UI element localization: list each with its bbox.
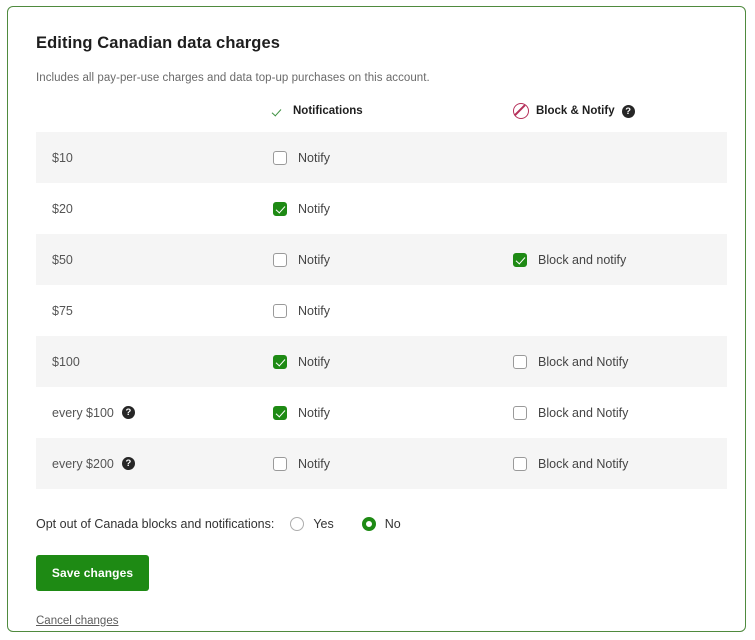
table-row: every $200? Notify Block and Notify — [36, 438, 727, 489]
optout-row: Opt out of Canada blocks and notificatio… — [36, 517, 717, 531]
amount-label: $100 — [52, 354, 80, 369]
optout-radio-group: Yes No — [290, 517, 401, 531]
cell-block-notify: Block and Notify — [491, 387, 727, 438]
cell-notify: Notify — [251, 183, 491, 234]
optout-label: Opt out of Canada blocks and notificatio… — [36, 517, 275, 531]
notify-checkbox[interactable] — [273, 303, 287, 318]
radio-label: No — [384, 517, 401, 531]
table-row: every $100? Notify Block and Notify — [36, 387, 727, 438]
notify-label: Notify — [298, 150, 330, 165]
cell-block-notify — [491, 132, 727, 183]
table-row: $50 Notify Block and notify — [36, 234, 727, 285]
block-notify-checkbox[interactable] — [513, 405, 527, 420]
cell-amount: $75 — [36, 285, 251, 336]
radio-button[interactable] — [361, 517, 376, 531]
cell-block-notify: Block and Notify — [491, 336, 727, 387]
cancel-changes-link[interactable]: Cancel changes — [36, 615, 717, 627]
page-title: Editing Canadian data charges — [36, 34, 281, 52]
block-notify-checkbox[interactable] — [513, 252, 527, 267]
cell-block-notify: Block and notify — [491, 234, 727, 285]
notify-checkbox[interactable] — [273, 201, 287, 216]
table-row: $10 Notify — [36, 132, 727, 183]
table-header-row: Notifications Block & Notify ? — [36, 103, 727, 132]
column-header-notifications: Notifications — [251, 103, 491, 132]
cell-block-notify: Block and Notify — [491, 438, 727, 489]
cell-notify: Notify — [251, 336, 491, 387]
amount-help-icon[interactable]: ? — [121, 406, 135, 419]
amount-label: $10 — [52, 150, 73, 165]
notify-label: Notify — [298, 405, 330, 420]
amount-label: every $100 — [52, 405, 114, 420]
cell-amount: every $200? — [36, 438, 251, 489]
block-notify-checkbox[interactable] — [513, 456, 527, 471]
notify-checkbox[interactable] — [273, 354, 287, 369]
notify-label: Notify — [298, 303, 330, 318]
check-icon — [273, 105, 286, 118]
editing-charges-card: Editing Canadian data charges Includes a… — [7, 6, 746, 632]
cell-notify: Notify — [251, 234, 491, 285]
block-notify-label: Block and notify — [538, 252, 627, 267]
cell-notify: Notify — [251, 438, 491, 489]
column-header-amount — [36, 103, 251, 132]
notify-checkbox[interactable] — [273, 252, 287, 267]
cell-block-notify — [491, 285, 727, 336]
block-notify-help-icon[interactable]: ? — [621, 104, 635, 118]
amount-label: $20 — [52, 201, 73, 216]
cell-amount: $50 — [36, 234, 251, 285]
amount-label: $50 — [52, 252, 73, 267]
optout-radio-yes[interactable]: Yes — [290, 517, 334, 531]
column-header-notifications-label: Notifications — [293, 105, 363, 117]
block-notify-label: Block and Notify — [538, 354, 629, 369]
charges-table: Notifications Block & Notify ? $10 Notify… — [36, 103, 727, 489]
amount-label: every $200 — [52, 456, 114, 471]
block-notify-label: Block and Notify — [538, 456, 629, 471]
cell-amount: every $100? — [36, 387, 251, 438]
notify-checkbox[interactable] — [273, 456, 287, 471]
table-row: $20 Notify — [36, 183, 727, 234]
charges-table-body: $10 Notify $20 Notify $50 Notify Block and not… — [36, 132, 727, 489]
notify-label: Notify — [298, 201, 330, 216]
cell-notify: Notify — [251, 132, 491, 183]
page-subtitle: Includes all pay-per-use charges and dat… — [36, 72, 430, 84]
cell-notify: Notify — [251, 387, 491, 438]
notify-checkbox[interactable] — [273, 150, 287, 165]
charges-table-header: Notifications Block & Notify ? — [36, 103, 727, 132]
cell-amount: $10 — [36, 132, 251, 183]
radio-label: Yes — [313, 517, 334, 531]
save-changes-button[interactable]: Save changes — [36, 555, 149, 591]
optout-radio-no[interactable]: No — [361, 517, 401, 531]
notify-label: Notify — [298, 354, 330, 369]
cell-amount: $100 — [36, 336, 251, 387]
amount-label: $75 — [52, 303, 73, 318]
block-circle-slash-icon — [513, 103, 529, 119]
table-row: $100 Notify Block and Notify — [36, 336, 727, 387]
cell-notify: Notify — [251, 285, 491, 336]
amount-help-icon[interactable]: ? — [121, 457, 135, 470]
block-notify-checkbox[interactable] — [513, 354, 527, 369]
block-notify-label: Block and Notify — [538, 405, 629, 420]
table-row: $75 Notify — [36, 285, 727, 336]
notify-checkbox[interactable] — [273, 405, 287, 420]
notify-label: Notify — [298, 456, 330, 471]
notify-label: Notify — [298, 252, 330, 267]
column-header-block-notify-label: Block & Notify — [536, 105, 615, 117]
cell-block-notify — [491, 183, 727, 234]
cell-amount: $20 — [36, 183, 251, 234]
column-header-block-notify: Block & Notify ? — [491, 103, 727, 132]
radio-button[interactable] — [290, 517, 305, 531]
